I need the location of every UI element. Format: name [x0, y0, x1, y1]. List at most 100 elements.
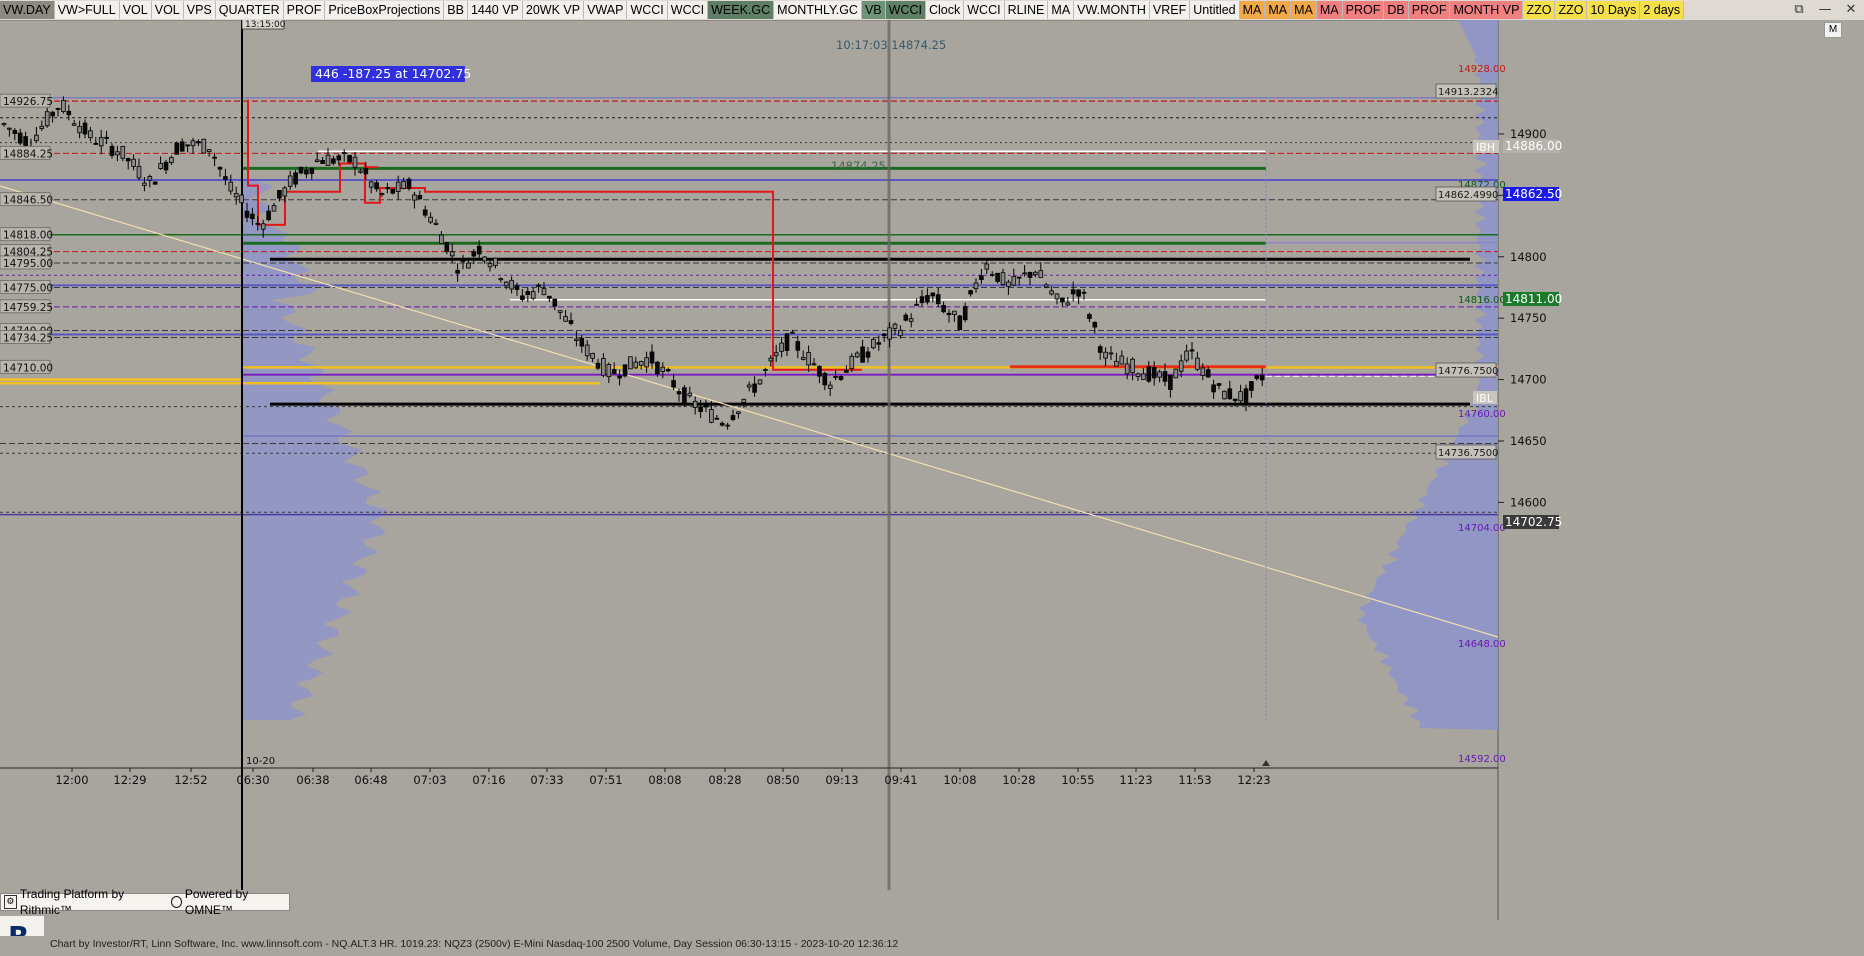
candle-body-39	[212, 156, 217, 159]
toolbar-tab-wcci-17[interactable]: WCCI	[885, 1, 926, 19]
toolbar-tab-ma-26[interactable]: MA	[1265, 1, 1292, 19]
candle-body-173	[935, 294, 941, 305]
toolbar-tab-vw-full-1[interactable]: VW>FULL	[54, 1, 120, 19]
toolbar-tab-rline-20[interactable]: RLINE	[1004, 1, 1049, 19]
candle-body-104	[563, 316, 568, 322]
candlestick-chart-svg[interactable]: 1490014850148001475014700146501460014926…	[0, 16, 1864, 936]
x-tick-label-16: 10:28	[1002, 773, 1035, 787]
candle-body-69	[374, 182, 379, 190]
candle-body-161	[871, 338, 876, 349]
y-tick-label-3: 14750	[1510, 311, 1547, 325]
candle-body-52	[282, 187, 288, 197]
candle-body-172	[930, 292, 936, 297]
candle-body-219	[1184, 350, 1189, 361]
toolbar-tab-wcci-19[interactable]: WCCI	[964, 1, 1005, 19]
toolbar-tab-wcci-13[interactable]: WCCI	[667, 1, 709, 19]
candle-body-56	[304, 169, 309, 175]
rithmic-credit: Trading Platform by Rithmic™	[19, 887, 125, 917]
candle-body-80	[433, 222, 439, 225]
toolbar-tab-priceboxprojections-7[interactable]: PriceBoxProjections	[325, 1, 445, 19]
candle-body-63	[341, 152, 347, 155]
toolbar-tab-month-vp-32[interactable]: MONTH VP	[1450, 1, 1524, 19]
candle-body-202	[1092, 321, 1098, 328]
candle-body-87	[471, 251, 477, 257]
annotation-text: 446 -187.25 at 14702.75	[315, 66, 471, 81]
toolbar-tab-vref-23[interactable]: VREF	[1149, 1, 1191, 19]
candle-body-118	[638, 361, 644, 366]
candle-body-35	[190, 140, 196, 147]
toolbar-tab-week-gc-14[interactable]: WEEK.GC	[708, 1, 775, 19]
candle-body-51	[277, 190, 282, 199]
toolbar-tab-ma-28[interactable]: MA	[1316, 1, 1343, 19]
candle-body-114	[617, 375, 622, 379]
session-marker: 13:15:00	[245, 20, 286, 30]
candle-body-74	[401, 181, 406, 189]
toolbar-tab-vb-16[interactable]: VB	[861, 1, 886, 19]
toolbar-tab-zzo-33[interactable]: ZZO	[1523, 1, 1556, 19]
candle-body-213	[1151, 366, 1157, 379]
toolbar-tab-10-days-35[interactable]: 10 Days	[1587, 1, 1641, 19]
toolbar-tab-prof-31[interactable]: PROF	[1408, 1, 1451, 19]
candle-body-147	[795, 341, 801, 351]
price-chart[interactable]: 1490014850148001475014700146501460014926…	[0, 16, 1864, 952]
toolbar-tab-vps-4[interactable]: VPS	[183, 1, 216, 19]
left-price-label-10: 14710.00	[3, 362, 53, 374]
close-window-icon[interactable]: ✕	[1838, 0, 1864, 20]
candle-body-12	[66, 110, 72, 116]
toolbar-tab-ma-27[interactable]: MA	[1291, 1, 1317, 19]
toolbar-tab-ma-25[interactable]: MA	[1239, 1, 1266, 19]
candle-body-45	[244, 210, 250, 218]
restore-window-icon[interactable]: ⧉	[1786, 0, 1812, 20]
toolbar-tab-clock-18[interactable]: Clock	[925, 1, 965, 19]
right-price-label-8: 14776.7500	[1438, 366, 1498, 377]
left-price-label-2: 14846.50	[3, 195, 53, 207]
toolbar-tab-prof-6[interactable]: PROF	[283, 1, 326, 19]
candle-body-7	[39, 125, 45, 129]
candle-body-232	[1254, 375, 1260, 379]
toolbar-tab-zzo-34[interactable]: ZZO	[1555, 1, 1588, 19]
toolbar-tab-vol-3[interactable]: VOL	[151, 1, 184, 19]
toolbar-tab-bb-8[interactable]: BB	[444, 1, 468, 19]
candle-body-165	[892, 323, 898, 329]
toolbar-tab-monthly-gc-15[interactable]: MONTHLY.GC	[774, 1, 862, 19]
toolbar-tab-ma-21[interactable]: MA	[1048, 1, 1075, 19]
toolbar-tab-2-days-36[interactable]: 2 days	[1640, 1, 1685, 19]
m-button[interactable]: M	[1824, 22, 1842, 38]
toolbar-tab-vol-2[interactable]: VOL	[119, 1, 152, 19]
candle-body-209	[1130, 358, 1135, 373]
candle-body-191	[1033, 271, 1038, 275]
candle-body-2	[12, 130, 18, 134]
left-price-label-7: 14759.25	[3, 302, 53, 314]
candle-body-19	[104, 136, 109, 139]
toolbar-tab-prof-29[interactable]: PROF	[1342, 1, 1385, 19]
toolbar-tab-vw-day-0[interactable]: VW.DAY	[0, 1, 55, 19]
candle-body-68	[368, 181, 374, 188]
candle-body-164	[887, 327, 892, 340]
candle-body-222	[1200, 367, 1206, 376]
toolbar-tab-untitled-24[interactable]: Untitled	[1190, 1, 1240, 19]
candle-body-131	[709, 409, 714, 423]
candle-body-110	[595, 362, 601, 369]
candle-body-13	[71, 123, 77, 126]
candle-body-58	[314, 159, 320, 163]
candle-body-190	[1027, 271, 1033, 278]
toolbar-tab-quarter-5[interactable]: QUARTER	[215, 1, 284, 19]
candle-body-203	[1097, 346, 1103, 353]
minimize-window-icon[interactable]: —	[1812, 0, 1838, 20]
toolbar-tab-20wk-vp-10[interactable]: 20WK VP	[522, 1, 585, 19]
ibh-label: IBH	[1476, 141, 1495, 154]
candle-body-120	[649, 351, 655, 364]
candle-body-54	[293, 172, 298, 185]
toolbar-tab-wcci-12[interactable]: WCCI	[627, 1, 668, 19]
toolbar-tab-vw-month-22[interactable]: VW.MONTH	[1074, 1, 1150, 19]
toolbar-tab-1440-vp-9[interactable]: 1440 VP	[467, 1, 523, 19]
toolbar-tab-vwap-11[interactable]: VWAP	[584, 1, 628, 19]
candle-body-146	[790, 331, 795, 334]
session-volume-profile	[242, 180, 388, 720]
toolbar-tab-db-30[interactable]: DB	[1384, 1, 1409, 19]
candle-body-154	[833, 376, 838, 378]
omne-icon	[170, 896, 182, 908]
candle-body-126	[682, 387, 687, 405]
candle-body-23	[125, 158, 131, 162]
candle-body-24	[131, 158, 136, 167]
